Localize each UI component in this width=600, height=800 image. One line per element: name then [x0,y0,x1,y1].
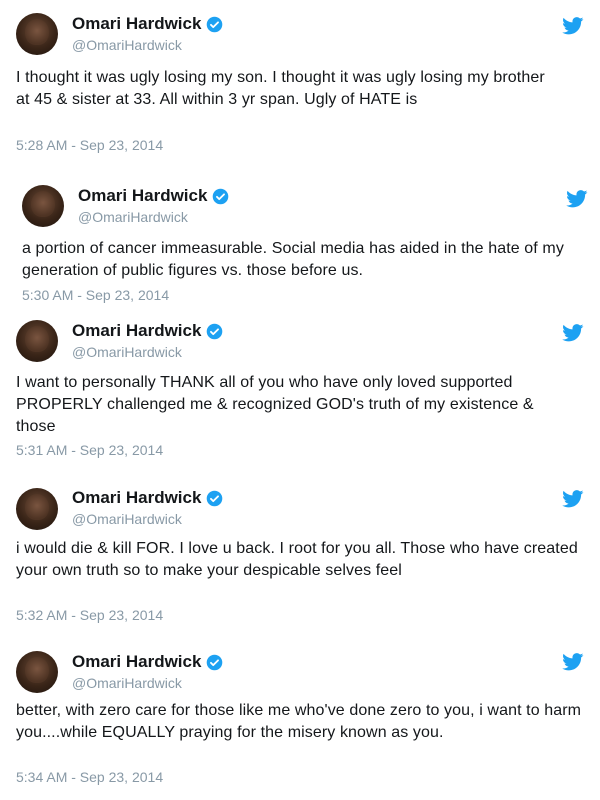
twitter-bird-icon[interactable] [562,653,584,671]
author-name[interactable]: Omari Hardwick [72,652,201,672]
tweet-text: I want to personally THANK all of you wh… [16,374,534,435]
tweet-card: Omari Hardwick @OmariHardwick a portion … [0,160,600,310]
avatar[interactable] [16,320,58,362]
twitter-bird-icon[interactable] [566,190,588,208]
tweet-card: Omari Hardwick @OmariHardwick I want to … [0,310,600,480]
tweet-text: a portion of cancer immeasurable. Social… [22,240,564,279]
verified-badge-icon [207,654,223,670]
tweet-text: better, with zero care for those like me… [16,702,582,741]
tweet-timestamp[interactable]: 5:30 AM - Sep 23, 2014 [22,287,169,303]
verified-badge-icon [207,490,223,506]
avatar[interactable] [22,185,64,227]
avatar[interactable] [16,13,58,55]
author-name[interactable]: Omari Hardwick [72,488,201,508]
author-name[interactable]: Omari Hardwick [78,186,207,206]
tweet-card: Omari Hardwick @OmariHardwick I thought … [0,0,600,160]
tweet-timestamp[interactable]: 5:28 AM - Sep 23, 2014 [16,137,163,153]
twitter-bird-icon[interactable] [562,17,584,35]
avatar[interactable] [16,651,58,693]
tweet-timestamp[interactable]: 5:31 AM - Sep 23, 2014 [16,442,163,458]
author-handle[interactable]: @OmariHardwick [78,209,188,225]
tweet-timestamp[interactable]: 5:34 AM - Sep 23, 2014 [16,769,163,785]
author-handle[interactable]: @OmariHardwick [72,344,182,360]
tweet-text: i would die & kill FOR. I love u back. I… [16,540,578,579]
verified-badge-icon [207,323,223,339]
tweet-card: Omari Hardwick @OmariHardwick i would di… [0,480,600,645]
tweet-card: Omari Hardwick @OmariHardwick better, wi… [0,645,600,800]
author-handle[interactable]: @OmariHardwick [72,511,182,527]
author-name[interactable]: Omari Hardwick [72,321,201,341]
tweet-text: I thought it was ugly losing my son. I t… [16,69,545,108]
author-handle[interactable]: @OmariHardwick [72,675,182,691]
verified-badge-icon [207,16,223,32]
verified-badge-icon [213,188,229,204]
author-name[interactable]: Omari Hardwick [72,14,201,34]
twitter-bird-icon[interactable] [562,324,584,342]
avatar[interactable] [16,488,58,530]
twitter-bird-icon[interactable] [562,490,584,508]
tweet-timestamp[interactable]: 5:32 AM - Sep 23, 2014 [16,607,163,623]
author-handle[interactable]: @OmariHardwick [72,37,182,53]
